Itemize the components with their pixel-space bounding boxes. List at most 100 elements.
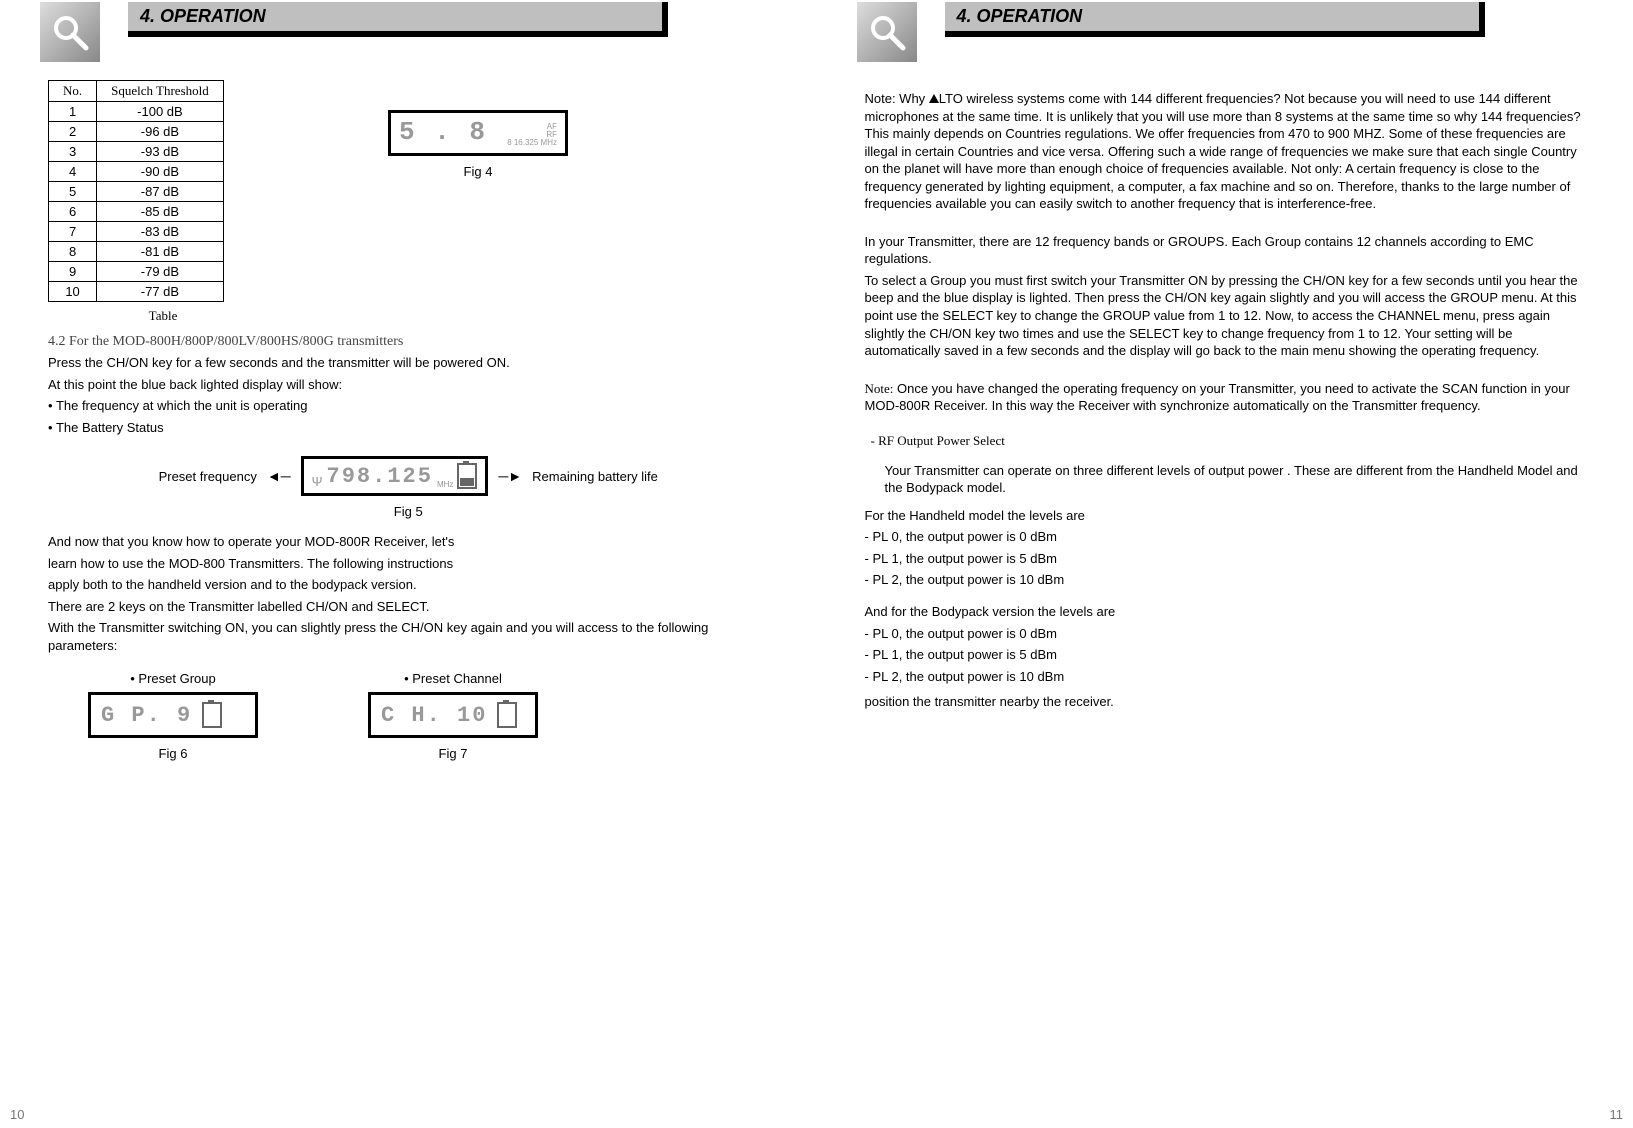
fig5-right-label: Remaining battery life xyxy=(532,469,658,484)
handheld-l2: - PL 2, the output power is 10 dBm xyxy=(865,571,1586,589)
bodypack-l2: - PL 2, the output power is 10 dBm xyxy=(865,668,1586,686)
battery-icon xyxy=(457,463,477,489)
th-thresh: Squelch Threshold xyxy=(97,81,224,102)
table-row: 7-83 dB xyxy=(49,222,224,242)
p6: There are 2 keys on the Transmitter labe… xyxy=(48,598,769,616)
trailer-line: position the transmitter nearby the rece… xyxy=(865,693,1586,711)
table-row: 8-81 dB xyxy=(49,242,224,262)
fig7-block: • Preset Channel C H. 10 Fig 7 xyxy=(368,666,538,761)
arrow-left-icon: ◄─ xyxy=(267,468,291,484)
table-row: 5-87 dB xyxy=(49,182,224,202)
note2: Note: Once you have changed the operatin… xyxy=(865,380,1586,415)
handheld-l0: - PL 0, the output power is 0 dBm xyxy=(865,528,1586,546)
fig4-caption: Fig 4 xyxy=(388,164,568,179)
cell-no: 7 xyxy=(49,222,97,242)
fig7-display: C H. 10 xyxy=(368,692,538,738)
note2-body: Once you have changed the operating freq… xyxy=(865,381,1570,414)
table-row: 10-77 dB xyxy=(49,282,224,302)
magnifier-icon xyxy=(857,2,917,62)
fig5-unit: MHz xyxy=(437,480,453,489)
fig4-freq: 8 16.325 MHz xyxy=(507,139,557,147)
cell-no: 9 xyxy=(49,262,97,282)
battery-icon xyxy=(497,702,517,728)
fig4-value: 5 . 8 xyxy=(399,117,487,147)
p3: And now that you know how to operate you… xyxy=(48,533,769,551)
groups-p2: To select a Group you must first switch … xyxy=(865,272,1586,360)
header-row-left: 4. OPERATION xyxy=(40,2,777,62)
table-row: 6-85 dB xyxy=(49,202,224,222)
fig6-display: G P. 9 xyxy=(88,692,258,738)
antenna-icon: Ψ xyxy=(312,474,323,489)
note-why: Note: Why LTO wireless systems come with… xyxy=(865,90,1586,213)
battery-icon xyxy=(202,702,222,728)
fig6-value: G P. 9 xyxy=(101,703,192,728)
bullet-freq-text: The frequency at which the unit is opera… xyxy=(56,398,307,413)
table-row: 3-93 dB xyxy=(49,142,224,162)
note-tail: LTO wireless systems come with 144 diffe… xyxy=(865,91,1581,211)
section-title-left: 4. OPERATION xyxy=(128,2,668,37)
fig6-caption: Fig 6 xyxy=(88,746,258,761)
rf-output-head: - RF Output Power Select xyxy=(871,433,1586,449)
cell-val: -83 dB xyxy=(97,222,224,242)
fig6-label-text: Preset Group xyxy=(138,671,215,686)
p-atpoint: At this point the blue back lighted disp… xyxy=(48,376,769,394)
page-number-right: 11 xyxy=(1610,1107,1624,1122)
p4: learn how to use the MOD-800 Transmitter… xyxy=(48,555,769,573)
fig5-left-label: Preset frequency xyxy=(159,469,257,484)
fig7-value: C H. 10 xyxy=(381,703,487,728)
fig7-caption: Fig 7 xyxy=(368,746,538,761)
cell-val: -79 dB xyxy=(97,262,224,282)
table-row: 4-90 dB xyxy=(49,162,224,182)
cell-val: -96 dB xyxy=(97,122,224,142)
fig7-label-text: Preset Channel xyxy=(412,671,502,686)
cell-val: -77 dB xyxy=(97,282,224,302)
note-head: Note: Why xyxy=(865,91,929,106)
table-row: 9-79 dB xyxy=(49,262,224,282)
bullet-freq: • The frequency at which the unit is ope… xyxy=(48,397,769,415)
squelch-table-wrap: No.Squelch Threshold 1-100 dB2-96 dB3-93… xyxy=(48,80,278,324)
page-number-left: 10 xyxy=(10,1107,24,1122)
cell-val: -100 dB xyxy=(97,102,224,122)
cell-val: -90 dB xyxy=(97,162,224,182)
bullet-batt: • The Battery Status xyxy=(48,419,769,437)
note2-label: Note: xyxy=(865,381,894,396)
fig5-value: 798.125 xyxy=(327,464,433,489)
table-row: 2-96 dB xyxy=(49,122,224,142)
magnifier-icon xyxy=(40,2,100,62)
fig4-block: 5 . 8 AF RF 8 16.325 MHz Fig 4 xyxy=(388,110,568,179)
fig7-label: • Preset Channel xyxy=(368,670,538,688)
fig5-caption: Fig 5 xyxy=(48,504,769,519)
page-right: 4. OPERATION Note: Why LTO wireless syst… xyxy=(817,0,1633,1128)
cell-val: -87 dB xyxy=(97,182,224,202)
groups-p1: In your Transmitter, there are 12 freque… xyxy=(865,233,1586,268)
section-title-right: 4. OPERATION xyxy=(945,2,1485,37)
squelch-table: No.Squelch Threshold 1-100 dB2-96 dB3-93… xyxy=(48,80,224,302)
table-row: 1-100 dB xyxy=(49,102,224,122)
cell-val: -85 dB xyxy=(97,202,224,222)
cell-no: 3 xyxy=(49,142,97,162)
header-row-right: 4. OPERATION xyxy=(857,2,1594,62)
bullet-batt-text: The Battery Status xyxy=(56,420,164,435)
subhead-42: 4.2 For the MOD-800H/800P/800LV/800HS/80… xyxy=(48,334,769,350)
cell-no: 8 xyxy=(49,242,97,262)
p7: With the Transmitter switching ON, you c… xyxy=(48,619,769,654)
bodypack-l1: - PL 1, the output power is 5 dBm xyxy=(865,646,1586,664)
p5: apply both to the handheld version and t… xyxy=(48,576,769,594)
table-caption: Table xyxy=(48,308,278,324)
cell-val: -93 dB xyxy=(97,142,224,162)
fig6-label: • Preset Group xyxy=(88,670,258,688)
th-no: No. xyxy=(49,81,97,102)
fig5-row: Preset frequency ◄─ Ψ 798.125 MHz ─► Rem… xyxy=(48,456,769,496)
fig5-display: Ψ 798.125 MHz xyxy=(301,456,489,496)
cell-no: 2 xyxy=(49,122,97,142)
cell-val: -81 dB xyxy=(97,242,224,262)
page-left: 4. OPERATION No.Squelch Threshold 1-100 … xyxy=(0,0,817,1128)
fig6-block: • Preset Group G P. 9 Fig 6 xyxy=(88,666,258,761)
cell-no: 6 xyxy=(49,202,97,222)
handheld-l1: - PL 1, the output power is 5 dBm xyxy=(865,550,1586,568)
arrow-right-icon: ─► xyxy=(498,468,522,484)
fig4-display: 5 . 8 AF RF 8 16.325 MHz xyxy=(388,110,568,156)
bodypack-head: And for the Bodypack version the levels … xyxy=(865,603,1586,621)
handheld-head: For the Handheld model the levels are xyxy=(865,507,1586,525)
triangle-up-icon xyxy=(929,94,939,103)
